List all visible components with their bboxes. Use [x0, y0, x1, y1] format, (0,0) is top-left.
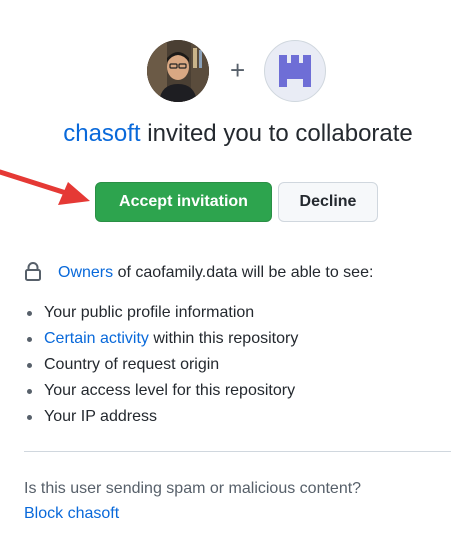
certain-activity-link[interactable]: Certain activity: [44, 330, 149, 347]
list-item: Certain activity within this repository: [24, 326, 298, 352]
inviter-link[interactable]: chasoft: [63, 120, 140, 147]
list-item: Country of request origin: [24, 352, 298, 378]
list-item-text: Country of request origin: [44, 356, 220, 373]
invitation-headline: chasoft invited you to collaborate: [0, 118, 476, 150]
inviter-avatar[interactable]: [147, 40, 209, 102]
red-arrow-icon: [0, 169, 90, 205]
repo-identicon-icon: [279, 55, 311, 87]
owners-text: of caofamily.data will be able to see:: [113, 264, 374, 281]
list-item: Your access level for this repository: [24, 378, 298, 404]
headline-text: invited you to collaborate: [140, 120, 413, 147]
list-item: Your public profile information: [24, 300, 298, 326]
user-photo-icon: [147, 40, 209, 102]
list-item-text: Your public profile information: [44, 304, 255, 321]
plus-separator: +: [230, 55, 246, 85]
repo-avatar: [264, 40, 326, 102]
divider: [24, 451, 451, 452]
list-item-text: Your IP address: [44, 408, 157, 425]
visible-info-list: Your public profile information Certain …: [24, 300, 298, 430]
decline-button[interactable]: Decline: [278, 182, 378, 222]
accept-invitation-button[interactable]: Accept invitation: [95, 182, 272, 222]
spam-question: Is this user sending spam or malicious c…: [24, 480, 362, 497]
lock-icon: [25, 262, 41, 281]
block-user-link[interactable]: Block chasoft: [24, 503, 119, 525]
list-item-text: Your access level for this repository: [44, 382, 296, 399]
list-item: Your IP address: [24, 404, 298, 430]
owners-visibility-text: Owners of caofamily.data will be able to…: [58, 262, 373, 284]
list-item-text: within this repository: [148, 330, 299, 347]
owners-link[interactable]: Owners: [58, 264, 113, 281]
